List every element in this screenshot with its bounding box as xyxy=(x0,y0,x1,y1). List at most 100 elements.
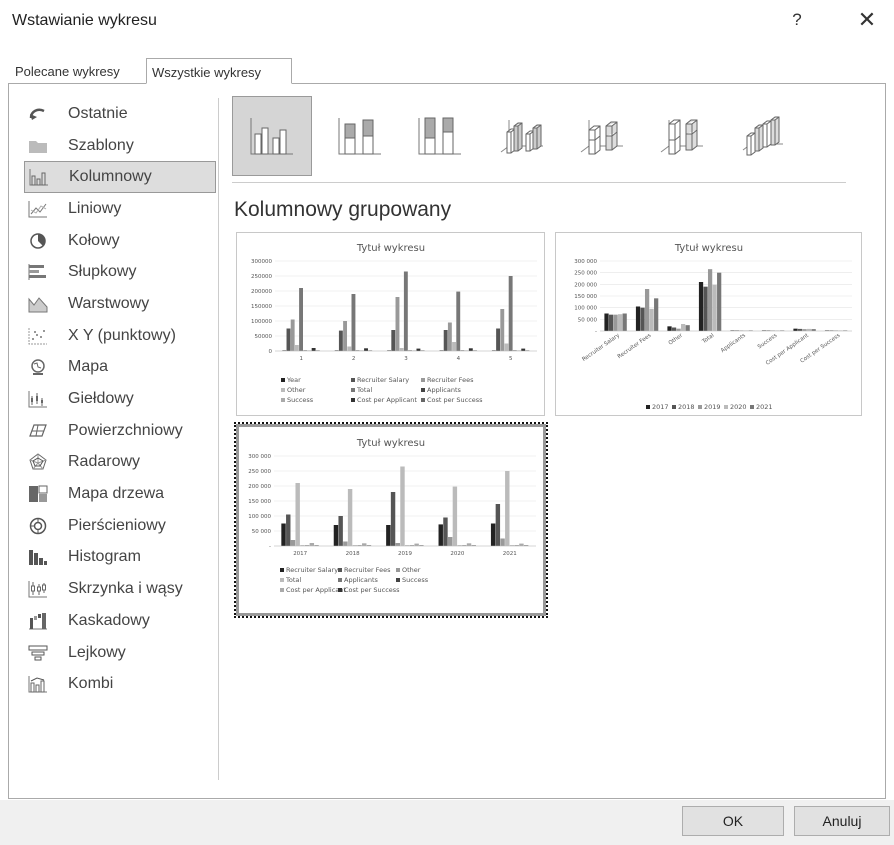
sidebar-item-label: Liniowy xyxy=(68,199,122,217)
bar xyxy=(343,321,348,351)
sidebar-item-bar[interactable]: Słupkowy xyxy=(24,256,216,288)
sidebar-item-treemap[interactable]: Mapa drzewa xyxy=(24,478,216,510)
bar xyxy=(703,286,708,331)
help-button[interactable]: ? xyxy=(786,10,808,30)
sidebar-item-area[interactable]: Warstwowy xyxy=(24,288,216,320)
radar-chart-icon xyxy=(24,452,52,472)
legend-entry: 2018 xyxy=(678,403,695,411)
legend-entry: Recruiter Salary xyxy=(357,376,409,384)
x-tick-label: Recruiter Salary xyxy=(581,332,621,363)
sidebar-item-label: Słupkowy xyxy=(68,263,137,281)
stacked-column-subtype[interactable] xyxy=(320,96,400,176)
legend-swatch xyxy=(280,588,284,592)
legend-swatch xyxy=(421,398,425,402)
stacked-100-column-subtype[interactable] xyxy=(400,96,480,176)
3d-stacked-column-subtype[interactable] xyxy=(562,96,642,176)
clustered-column-subtype[interactable] xyxy=(232,96,312,176)
tab-recommended-charts[interactable]: Polecane wykresy xyxy=(10,58,146,84)
legend-swatch xyxy=(280,578,284,582)
y-tick-label: 100 000 xyxy=(248,514,271,520)
legend-swatch xyxy=(351,398,355,402)
y-tick-label: 100000 xyxy=(251,319,272,325)
sidebar-item-radar[interactable]: Radarowy xyxy=(24,447,216,479)
chart-title: Tytuł wykresu xyxy=(356,438,425,449)
bar xyxy=(414,543,419,546)
bar xyxy=(807,328,812,331)
legend-entry: Recruiter Fees xyxy=(427,376,474,384)
legend-entry: Year xyxy=(286,376,301,384)
sidebar-item-label: Kombi xyxy=(68,675,114,693)
sidebar-item-box-whisker[interactable]: Skrzynka i wąsy xyxy=(24,573,216,605)
bar xyxy=(640,307,645,331)
sidebar-item-label: Szablony xyxy=(68,136,134,154)
bar xyxy=(456,291,461,351)
subtype-divider xyxy=(232,182,846,183)
bar xyxy=(604,313,609,331)
x-tick-label: 2019 xyxy=(398,551,412,557)
bar xyxy=(793,328,798,331)
column-chart-icon xyxy=(25,167,53,187)
sidebar-item-label: Lejkowy xyxy=(68,643,126,661)
tab-all-charts[interactable]: Wszystkie wykresy xyxy=(146,58,292,84)
sidebar-item-line[interactable]: Liniowy xyxy=(24,193,216,225)
chart-preview-3[interactable]: Tytuł wykresu 300 000 250 000 200 000 150 00… xyxy=(234,422,548,618)
legend-swatch xyxy=(351,388,355,392)
bar xyxy=(654,298,659,331)
bar xyxy=(712,284,717,331)
ok-button[interactable]: OK xyxy=(682,806,784,836)
sidebar-item-stock[interactable]: Giełdowy xyxy=(24,383,216,415)
legend-swatch xyxy=(421,378,425,382)
bar xyxy=(364,348,368,351)
bar xyxy=(500,538,505,546)
bar xyxy=(338,330,343,351)
bar xyxy=(403,271,408,351)
x-tick-label: 2018 xyxy=(346,551,360,557)
chart-type-list: Ostatnie Szablony Kolumnowy Liniowy Koło… xyxy=(24,98,216,700)
bar xyxy=(362,543,367,546)
sidebar-item-scatter[interactable]: X Y (punktowy) xyxy=(24,320,216,352)
legend-swatch xyxy=(351,378,355,382)
bar xyxy=(466,543,472,546)
sidebar-item-map[interactable]: Mapa xyxy=(24,352,216,384)
legend-swatch xyxy=(338,568,342,572)
bar-chart-icon xyxy=(24,262,52,282)
sidebar-item-recent[interactable]: Ostatnie xyxy=(24,98,216,130)
y-tick-label: 200 000 xyxy=(574,282,597,288)
combo-chart-icon xyxy=(24,674,52,694)
legend-entry: Recruiter Salary xyxy=(286,566,338,574)
sidebar-item-combo[interactable]: Kombi xyxy=(24,668,216,700)
sidebar-item-label: Mapa xyxy=(68,358,109,376)
bar xyxy=(500,309,505,351)
sidebar-item-histogram[interactable]: Histogram xyxy=(24,542,216,574)
3d-stacked-100-column-subtype[interactable] xyxy=(642,96,722,176)
sidebar-item-column[interactable]: Kolumnowy xyxy=(24,161,216,194)
bar xyxy=(343,541,348,546)
treemap-chart-icon xyxy=(24,484,52,504)
chart-preview-1[interactable]: Tytuł wykresu 300000 250000 200000 150000 100… xyxy=(236,232,545,416)
chart-preview-2[interactable]: Tytuł wykresu 300 000 250 000 200 000 150 00… xyxy=(555,232,862,416)
sidebar-item-waterfall[interactable]: Kaskadowy xyxy=(24,605,216,637)
bar xyxy=(698,282,704,331)
sidebar-item-sunburst[interactable]: Pierścieniowy xyxy=(24,510,216,542)
sidebar-divider xyxy=(218,98,219,780)
sidebar-item-surface[interactable]: Powierzchniowy xyxy=(24,415,216,447)
x-tick-label: Success xyxy=(757,333,779,351)
y-tick-label: 0 xyxy=(269,349,273,355)
bar xyxy=(395,297,400,351)
sidebar-item-funnel[interactable]: Lejkowy xyxy=(24,637,216,669)
legend-entry: 2017 xyxy=(652,403,669,411)
legend-swatch xyxy=(750,405,754,409)
bar xyxy=(443,330,448,351)
legend-entry: 2021 xyxy=(756,403,773,411)
3d-column-subtype[interactable] xyxy=(722,96,802,176)
y-tick-label: 200000 xyxy=(251,289,272,295)
cancel-button[interactable]: Anuluj xyxy=(794,806,890,836)
close-button[interactable]: ✕ xyxy=(854,7,880,33)
3d-clustered-column-subtype[interactable] xyxy=(482,96,562,176)
y-tick-label: 250 000 xyxy=(248,469,271,475)
x-tick-label: 2021 xyxy=(503,551,517,557)
sidebar-item-pie[interactable]: Kołowy xyxy=(24,225,216,257)
sidebar-item-templates[interactable]: Szablony xyxy=(24,130,216,162)
legend-swatch xyxy=(280,568,284,572)
sidebar-item-label: Ostatnie xyxy=(68,104,128,122)
